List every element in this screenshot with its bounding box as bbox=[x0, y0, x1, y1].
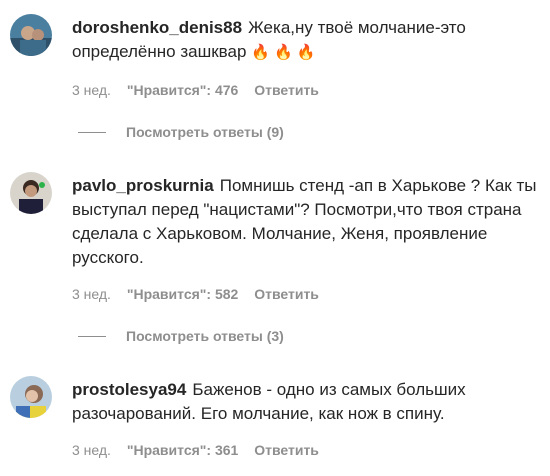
divider-line bbox=[78, 335, 106, 337]
likes-count[interactable]: "Нравится": 582 bbox=[127, 286, 238, 302]
comment-meta: 3 нед. "Нравится": 361 Ответить bbox=[72, 442, 331, 458]
comment-body: doroshenko_denis88 Жека,ну твоё молчание-… bbox=[72, 16, 537, 65]
avatar[interactable] bbox=[10, 172, 52, 214]
reply-button[interactable]: Ответить bbox=[254, 286, 319, 302]
reply-button[interactable]: Ответить bbox=[254, 82, 319, 98]
avatar[interactable] bbox=[10, 14, 52, 56]
view-replies-button[interactable]: Посмотреть ответы (9) bbox=[78, 124, 284, 140]
view-replies-label: Посмотреть ответы (9) bbox=[126, 124, 284, 140]
comment-username[interactable]: doroshenko_denis88 bbox=[72, 18, 242, 37]
comment-body: pavlo_proskurnia Помнишь стенд -ап в Харь… bbox=[72, 174, 537, 270]
comment-body: prostolesya94 Баженов - одно из самых бол… bbox=[72, 378, 537, 426]
view-replies-label: Посмотреть ответы (3) bbox=[126, 328, 284, 344]
reply-button[interactable]: Ответить bbox=[254, 442, 319, 458]
avatar[interactable] bbox=[10, 376, 52, 418]
comment-username[interactable]: pavlo_proskurnia bbox=[72, 176, 214, 195]
comment-time: 3 нед. bbox=[72, 286, 111, 302]
divider-line bbox=[78, 131, 106, 133]
likes-count[interactable]: "Нравится": 361 bbox=[127, 442, 238, 458]
likes-count[interactable]: "Нравится": 476 bbox=[127, 82, 238, 98]
comment-username[interactable]: prostolesya94 bbox=[72, 380, 186, 399]
view-replies-button[interactable]: Посмотреть ответы (3) bbox=[78, 328, 284, 344]
comment-meta: 3 нед. "Нравится": 476 Ответить bbox=[72, 82, 331, 98]
fire-emoji: 🔥 🔥 🔥 bbox=[251, 44, 316, 61]
comment-time: 3 нед. bbox=[72, 442, 111, 458]
comment-time: 3 нед. bbox=[72, 82, 111, 98]
comment-meta: 3 нед. "Нравится": 582 Ответить bbox=[72, 286, 331, 302]
